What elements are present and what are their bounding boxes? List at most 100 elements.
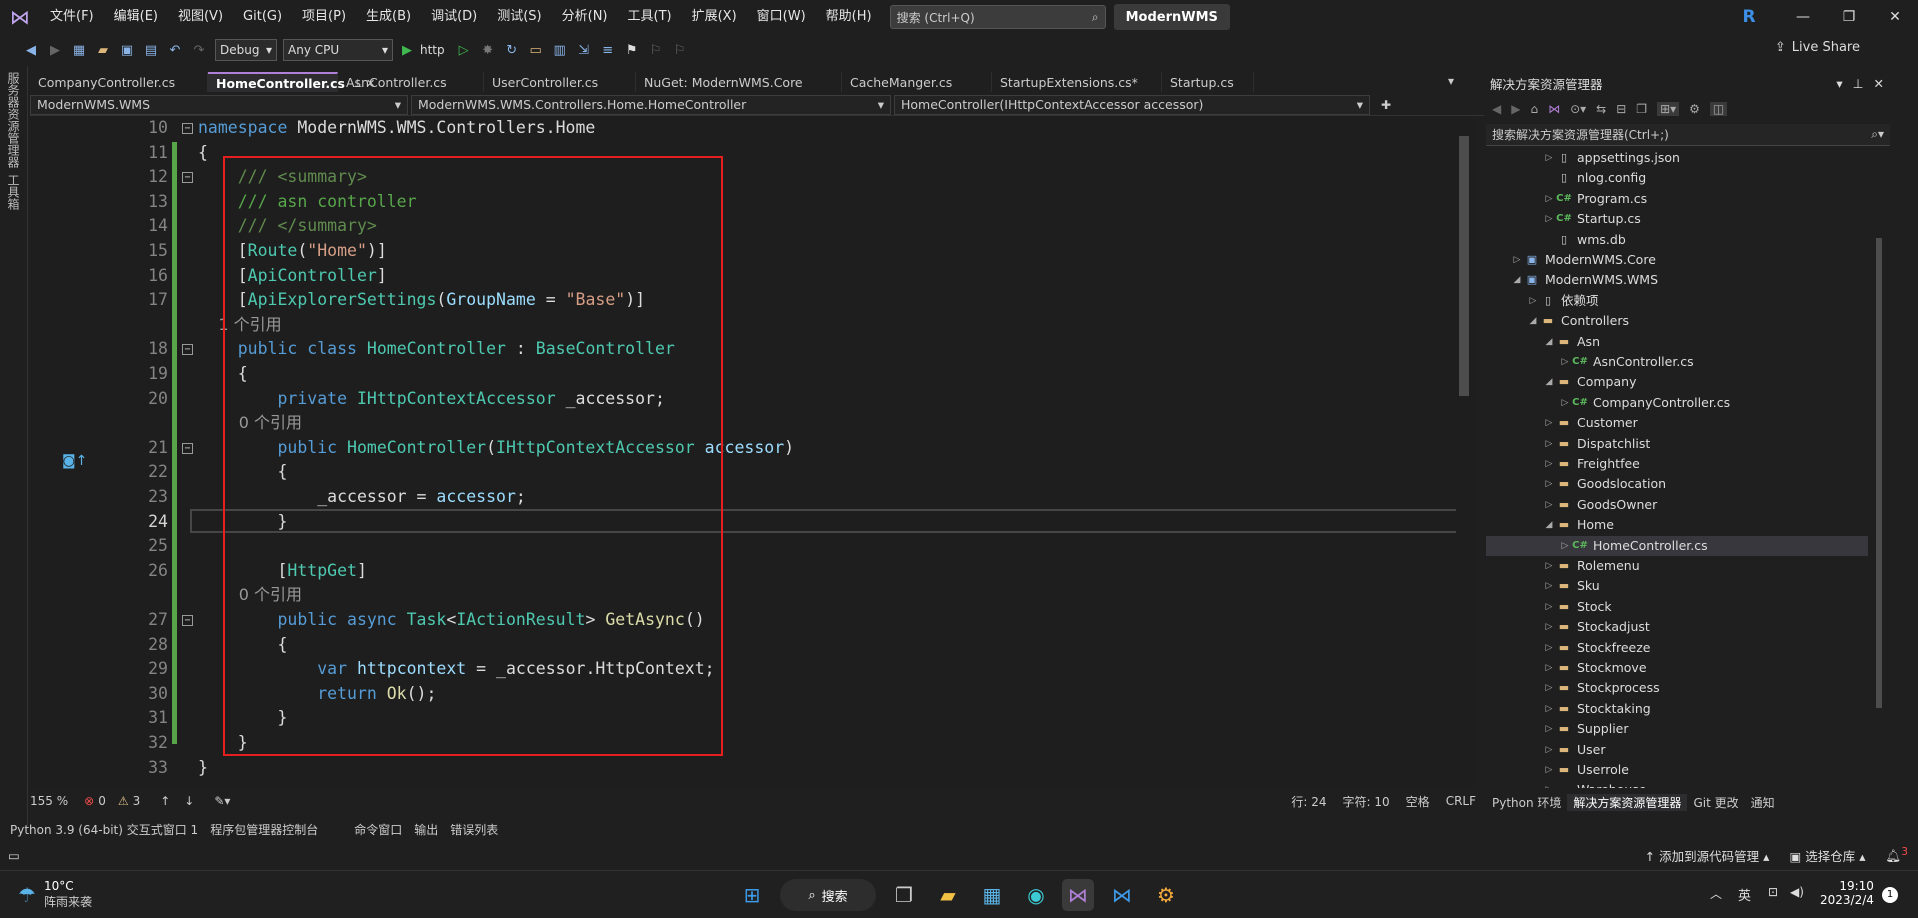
collapsed-arrow-icon[interactable]: ▷ [1542, 740, 1556, 760]
menu-item[interactable]: 生成(B) [356, 0, 421, 34]
panel-tab[interactable]: Python 环境 [1486, 794, 1567, 811]
solution-scrollbar[interactable] [1872, 148, 1886, 788]
tree-node[interactable]: ◢ ▬ Company [1486, 372, 1868, 392]
tree-node[interactable]: ▷ ▬ Stockprocess [1486, 678, 1868, 698]
tree-node[interactable]: ▷ ▬ Supplier [1486, 719, 1868, 739]
fold-toggle-icon[interactable]: − [182, 172, 193, 184]
tree-node[interactable]: ▯ wms.db [1486, 230, 1868, 250]
menu-item[interactable]: 扩展(X) [682, 0, 747, 34]
type-dropdown[interactable]: ModernWMS.WMS.Controllers.Home.HomeContr… [411, 94, 891, 115]
tab-usercontroller-cs[interactable]: UserController.cs [484, 72, 636, 92]
save-icon[interactable]: ▣ [116, 39, 138, 61]
tree-node[interactable]: ◢ ▬ Controllers [1486, 311, 1868, 331]
panel-close-icon[interactable]: ✕ [1874, 76, 1884, 91]
tree-node[interactable]: ▷ C# CompanyController.cs [1486, 393, 1868, 413]
menu-item[interactable]: 分析(N) [552, 0, 618, 34]
pin-icon[interactable]: ⊥ [1853, 76, 1864, 91]
refresh-icon[interactable]: ↻ [501, 39, 523, 61]
collapsed-arrow-icon[interactable]: ▷ [1542, 495, 1556, 515]
notification-badge[interactable]: 1 [1882, 887, 1898, 903]
close-icon[interactable]: ✕ [1872, 0, 1918, 34]
tree-node[interactable]: ▷ ▬ Goodslocation [1486, 474, 1868, 494]
tree-node[interactable]: ▷ ▬ Freightfee [1486, 454, 1868, 474]
tab-companycontroller-cs[interactable]: CompanyController.cs [30, 72, 208, 92]
restore-icon[interactable]: ❐ [1826, 0, 1872, 34]
solution-search-input[interactable]: 搜索解决方案资源管理器(Ctrl+;) ⌕▾ [1486, 124, 1890, 146]
platform-dropdown[interactable]: Any CPU ▾ [283, 39, 393, 61]
tool-window-tab[interactable]: 输出 [414, 821, 438, 838]
forward-icon[interactable]: ▶ [44, 39, 66, 61]
save-all-icon[interactable]: ▤ [140, 39, 162, 61]
menu-item[interactable]: 测试(S) [487, 0, 551, 34]
panel-tab[interactable]: Git 更改 [1687, 794, 1744, 811]
project-dropdown[interactable]: ModernWMS.WMS ▾ [30, 94, 408, 115]
account-avatar[interactable]: R [1738, 6, 1760, 28]
zoom-level[interactable]: 155 % [30, 794, 68, 808]
network-icon[interactable]: ⊡ [1768, 885, 1778, 899]
collapsed-arrow-icon[interactable]: ▷ [1558, 352, 1572, 372]
tree-node[interactable]: ▷ ▬ Customer [1486, 413, 1868, 433]
browser-icon[interactable]: ▭ [525, 39, 547, 61]
open-icon[interactable]: ▰ [92, 39, 114, 61]
store-icon[interactable]: ▦ [976, 879, 1008, 911]
edge-icon[interactable]: ◉ [1020, 879, 1052, 911]
clock[interactable]: 19:10 2023/2/4 [1820, 879, 1874, 907]
repo-button[interactable]: ▣ 选择仓库 ▴ [1789, 846, 1865, 865]
tree-node[interactable]: ▷ C# AsnController.cs [1486, 352, 1868, 372]
collapsed-arrow-icon[interactable]: ▷ [1542, 189, 1556, 209]
tree-node[interactable]: ◢ ▬ Asn [1486, 332, 1868, 352]
member-dropdown[interactable]: HomeController(IHttpContextAccessor acce… [894, 94, 1370, 115]
taskbar-search-button[interactable]: ⌕ 搜索 [780, 879, 876, 911]
tab-list-dropdown-icon[interactable]: ▾ [1448, 74, 1454, 88]
weather-widget[interactable]: ☂ 10°C 阵雨来袭 [18, 879, 92, 910]
code-editor[interactable]: 10− namespace ModernWMS.WMS.Controllers.H… [30, 116, 1474, 787]
collapsed-arrow-icon[interactable]: ▷ [1542, 638, 1556, 658]
eol-indicator[interactable]: CRLF [1446, 794, 1476, 808]
panel-menu-icon[interactable]: ▾ [1836, 76, 1842, 91]
tree-node[interactable]: ▷ ▬ User [1486, 740, 1868, 760]
tab-startupextensions-cs-[interactable]: StartupExtensions.cs* [992, 72, 1162, 92]
collapsed-arrow-icon[interactable]: ▷ [1542, 576, 1556, 596]
editor-vertical-scrollbar[interactable] [1456, 116, 1474, 787]
collapsed-arrow-icon[interactable]: ▷ [1558, 536, 1572, 556]
code-lens-reference-icon[interactable]: ◙↑ [62, 453, 87, 469]
home-icon[interactable]: ⌂ [1530, 102, 1538, 116]
tree-node[interactable]: ◢ ▣ ModernWMS.WMS [1486, 270, 1868, 290]
comment-icon[interactable]: ≡ [597, 39, 619, 61]
show-all-files-icon[interactable]: ❐ [1636, 102, 1647, 116]
error-count[interactable]: 0 [98, 794, 106, 808]
tree-node[interactable]: ▷ ▬ Sku [1486, 576, 1868, 596]
step-icon[interactable]: ⇲ [573, 39, 595, 61]
fold-toggle-icon[interactable]: − [182, 123, 193, 134]
tab-cachemanger-cs[interactable]: CacheManger.cs [842, 72, 992, 92]
bookmark-icon[interactable]: ⚑ [621, 39, 643, 61]
tree-node[interactable]: ▷ ▬ Stockmove [1486, 658, 1868, 678]
menu-item[interactable]: 窗口(W) [747, 0, 816, 34]
menu-item[interactable]: 文件(F) [40, 0, 104, 34]
collapsed-arrow-icon[interactable]: ▷ [1542, 148, 1556, 168]
tree-node[interactable]: ▷ C# Program.cs [1486, 189, 1868, 209]
line-indicator[interactable]: 行: 24 [1291, 793, 1326, 810]
sync-icon[interactable]: ⇆ [1596, 102, 1606, 116]
tree-node[interactable]: ▷ ▬ Stockadjust [1486, 617, 1868, 637]
tree-node[interactable]: ▷ ▬ Userrole [1486, 760, 1868, 780]
app-icon[interactable]: ⚙ [1150, 879, 1182, 911]
source-control-button[interactable]: ↑ 添加到源代码管理 ▴ [1645, 846, 1770, 865]
tree-node[interactable]: ▷ ▬ Rolemenu [1486, 556, 1868, 576]
collapsed-arrow-icon[interactable]: ▷ [1542, 474, 1556, 494]
vscode-icon[interactable]: ⋈ [1106, 879, 1138, 911]
collapsed-arrow-icon[interactable]: ▷ [1542, 209, 1556, 229]
collapsed-arrow-icon[interactable]: ▷ [1542, 780, 1556, 788]
collapsed-arrow-icon[interactable]: ▷ [1542, 556, 1556, 576]
bookmark-next-icon[interactable]: ⚐ [669, 39, 691, 61]
pending-changes-icon[interactable]: ⊙▾ [1570, 102, 1586, 116]
preview-icon[interactable]: ◫ [1709, 102, 1728, 116]
redo-icon[interactable]: ↷ [188, 39, 210, 61]
start-icon[interactable]: ⊞ [736, 879, 768, 911]
expanded-arrow-icon[interactable]: ◢ [1542, 332, 1556, 352]
run-profile-label[interactable]: http [420, 43, 445, 57]
tool-window-tab[interactable]: 程序包管理器控制台 [210, 821, 318, 838]
toolbox-tab[interactable]: 工具箱 [5, 174, 22, 210]
minimize-icon[interactable]: — [1780, 0, 1826, 34]
menu-item[interactable]: 工具(T) [618, 0, 682, 34]
